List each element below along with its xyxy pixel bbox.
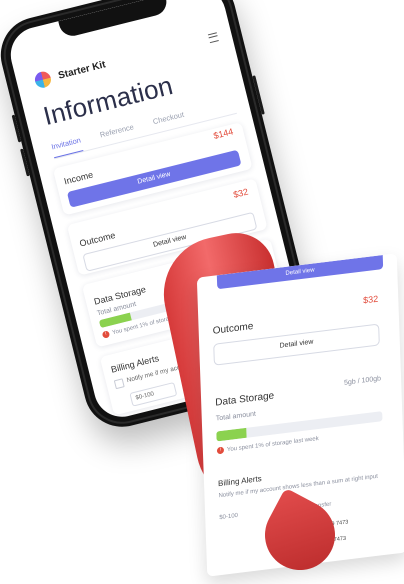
storage-label: Data Storage — [93, 284, 147, 307]
paper-range-input[interactable]: $0-100 — [219, 513, 238, 521]
warning-icon: ! — [101, 330, 111, 339]
curled-paper-illustration: Detail view Outcome $32 Detail view Data… — [153, 225, 404, 583]
tab-invitation[interactable]: Invitation — [49, 131, 84, 159]
paper-outcome-label: Outcome — [212, 320, 254, 337]
income-amount: $144 — [212, 126, 235, 141]
outcome-amount: $32 — [232, 186, 250, 200]
hamburger-menu-icon[interactable] — [207, 31, 219, 43]
starter-kit-logo-icon[interactable] — [33, 69, 53, 90]
hero-illustration: Starter Kit Information Invitation Refer… — [0, 0, 404, 584]
paper-storage-progress-fill — [216, 427, 247, 442]
paper-storage-usage: 5gb / 100gb — [343, 375, 382, 387]
paper-storage-sub-label: Total amount — [215, 410, 257, 423]
paper-outcome-amount: $32 — [363, 293, 379, 306]
paper-billing-label: Billing Alerts — [217, 473, 262, 489]
tab-checkout[interactable]: Checkout — [151, 106, 187, 133]
outcome-label: Outcome — [78, 229, 117, 249]
billing-notify-checkbox[interactable] — [113, 378, 125, 390]
income-label: Income — [63, 169, 95, 187]
app-name: Starter Kit — [57, 58, 107, 82]
paper-storage-label: Data Storage — [215, 390, 275, 409]
warning-icon: ! — [216, 446, 225, 455]
tab-reference[interactable]: Reference — [98, 118, 136, 146]
